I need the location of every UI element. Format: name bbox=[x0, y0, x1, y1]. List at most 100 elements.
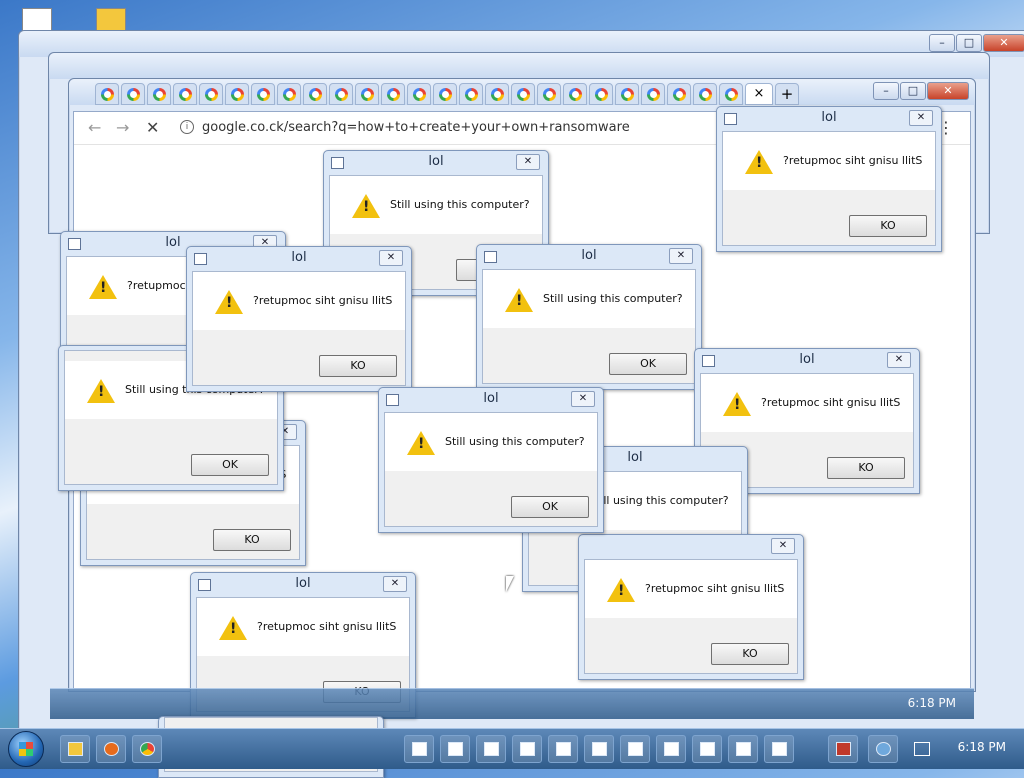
tab[interactable] bbox=[303, 83, 327, 105]
dialog-close-button[interactable]: ✕ bbox=[771, 538, 795, 554]
dialog-button[interactable]: OK bbox=[191, 454, 269, 476]
minimize-button[interactable]: – bbox=[929, 34, 955, 52]
google-icon bbox=[204, 87, 218, 101]
url-field[interactable]: google.co.ck/search?q=how+to+create+your… bbox=[202, 120, 630, 135]
tab[interactable] bbox=[641, 83, 665, 105]
window-taskbar-button[interactable] bbox=[764, 735, 794, 763]
dialog-button[interactable]: KO bbox=[319, 355, 397, 377]
tab[interactable] bbox=[719, 83, 743, 105]
tab[interactable] bbox=[199, 83, 223, 105]
tab[interactable] bbox=[667, 83, 691, 105]
google-icon bbox=[126, 87, 140, 101]
window-taskbar-button[interactable] bbox=[728, 735, 758, 763]
tab[interactable] bbox=[277, 83, 301, 105]
dialog-title: lol bbox=[799, 352, 815, 367]
dialog-message: ?retupmoc siht gnisu llitS bbox=[257, 620, 397, 633]
explorer-taskbar-icon[interactable] bbox=[60, 735, 90, 763]
minimize-button[interactable]: – bbox=[873, 82, 899, 100]
tab[interactable] bbox=[95, 83, 119, 105]
start-button[interactable] bbox=[8, 731, 44, 767]
window-taskbar-button[interactable] bbox=[476, 735, 506, 763]
dialog-close-button[interactable]: ✕ bbox=[571, 391, 595, 407]
tab[interactable] bbox=[381, 83, 405, 105]
tab[interactable] bbox=[225, 83, 249, 105]
window-taskbar-button[interactable] bbox=[584, 735, 614, 763]
tab[interactable] bbox=[251, 83, 275, 105]
desktop-folder-icon[interactable] bbox=[96, 8, 126, 32]
folder-icon bbox=[68, 742, 83, 756]
tab-active[interactable]: × bbox=[745, 83, 773, 105]
forward-icon[interactable]: → bbox=[116, 118, 129, 137]
control-panel-taskbar-button[interactable] bbox=[868, 735, 898, 763]
dialog-button[interactable]: KO bbox=[213, 529, 291, 551]
dialog-close-button[interactable]: ✕ bbox=[516, 154, 540, 170]
tab[interactable] bbox=[147, 83, 171, 105]
tab[interactable] bbox=[693, 83, 717, 105]
mouse-cursor-icon bbox=[506, 576, 514, 592]
tab[interactable] bbox=[355, 83, 379, 105]
window-taskbar-button[interactable] bbox=[620, 735, 650, 763]
tab[interactable] bbox=[511, 83, 535, 105]
dialog-title: lol bbox=[428, 154, 444, 169]
google-icon bbox=[490, 87, 504, 101]
tab[interactable] bbox=[433, 83, 457, 105]
tab[interactable] bbox=[563, 83, 587, 105]
chrome-icon bbox=[140, 742, 155, 756]
tab[interactable] bbox=[329, 83, 353, 105]
maximize-button[interactable]: □ bbox=[900, 82, 926, 100]
google-icon bbox=[646, 87, 660, 101]
window-controls: – □ ✕ bbox=[929, 34, 1024, 52]
desktop-icon[interactable] bbox=[22, 8, 52, 32]
tab[interactable] bbox=[407, 83, 431, 105]
window-taskbar-button[interactable] bbox=[512, 735, 542, 763]
dialog-button[interactable]: KO bbox=[711, 643, 789, 665]
tab[interactable] bbox=[121, 83, 145, 105]
maximize-button[interactable]: □ bbox=[956, 34, 982, 52]
google-icon bbox=[724, 87, 738, 101]
info-icon[interactable]: i bbox=[180, 120, 194, 134]
google-icon bbox=[542, 87, 556, 101]
new-tab-button[interactable]: + bbox=[775, 83, 799, 105]
close-button[interactable]: ✕ bbox=[927, 82, 969, 100]
clock[interactable]: 6:18 PM bbox=[958, 740, 1006, 754]
message-dialog: lol ✕ ?retupmoc siht gnisu llitS KO bbox=[716, 106, 942, 252]
tab[interactable] bbox=[615, 83, 639, 105]
clock-ghost: 6:18 PM bbox=[907, 696, 956, 710]
close-button[interactable]: ✕ bbox=[983, 34, 1024, 52]
dialog-close-button[interactable]: ✕ bbox=[887, 352, 911, 368]
dialog-close-button[interactable]: ✕ bbox=[383, 576, 407, 592]
dialog-close-button[interactable]: ✕ bbox=[669, 248, 693, 264]
stop-icon[interactable]: ✕ bbox=[146, 118, 159, 137]
google-icon bbox=[360, 87, 374, 101]
window-taskbar-button[interactable] bbox=[692, 735, 722, 763]
firefox-taskbar-icon[interactable] bbox=[96, 735, 126, 763]
dialog-body: ?retupmoc siht gnisu llitS KO bbox=[722, 131, 936, 246]
tab[interactable] bbox=[537, 83, 561, 105]
dialog-close-button[interactable]: ✕ bbox=[909, 110, 933, 126]
window-taskbar-button[interactable] bbox=[404, 735, 434, 763]
window-taskbar-button[interactable] bbox=[656, 735, 686, 763]
network-icon[interactable] bbox=[914, 742, 930, 756]
chrome-taskbar-icon[interactable] bbox=[132, 735, 162, 763]
back-icon[interactable]: ← bbox=[88, 118, 101, 137]
google-icon bbox=[100, 87, 114, 101]
dialog-button[interactable]: OK bbox=[511, 496, 589, 518]
app-taskbar-button[interactable] bbox=[828, 735, 858, 763]
tab[interactable] bbox=[173, 83, 197, 105]
dialog-title: lol bbox=[821, 110, 837, 125]
dialog-button[interactable]: KO bbox=[849, 215, 927, 237]
window-icon bbox=[736, 742, 751, 756]
window-taskbar-button[interactable] bbox=[440, 735, 470, 763]
window-icon bbox=[556, 742, 571, 756]
dialog-message: ?retupmoc siht gnisu llitS bbox=[783, 154, 923, 167]
dialog-title: lol bbox=[291, 250, 307, 265]
tab[interactable] bbox=[459, 83, 483, 105]
window-taskbar-button[interactable] bbox=[548, 735, 578, 763]
tab[interactable] bbox=[485, 83, 509, 105]
dialog-button[interactable]: OK bbox=[609, 353, 687, 375]
dialog-button[interactable]: KO bbox=[827, 457, 905, 479]
dialog-close-button[interactable]: ✕ bbox=[379, 250, 403, 266]
tab[interactable] bbox=[589, 83, 613, 105]
dialog-title: lol bbox=[581, 248, 597, 263]
dialog-message: Still using this computer? bbox=[543, 292, 683, 305]
